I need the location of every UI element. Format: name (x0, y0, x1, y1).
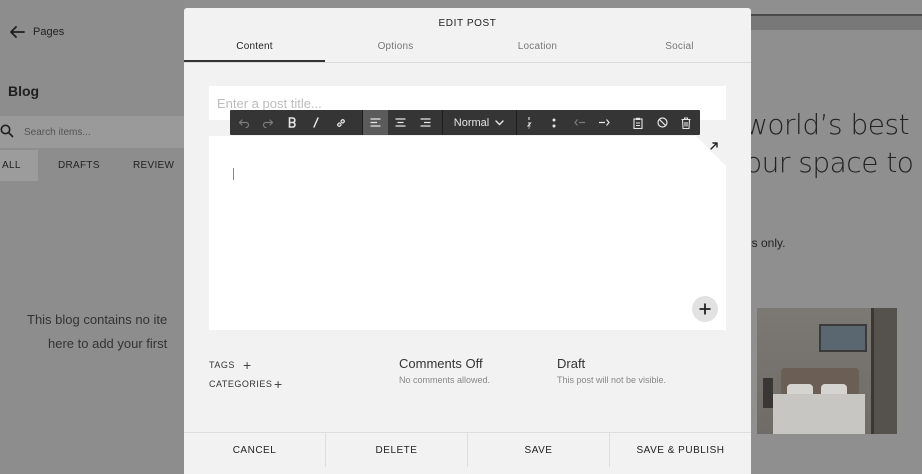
tab-location[interactable]: Location (467, 41, 608, 52)
add-category-button[interactable]: + (274, 377, 282, 391)
align-right-icon[interactable] (413, 110, 438, 135)
cancel-button[interactable]: CANCEL (184, 433, 325, 467)
add-tag-button[interactable]: + (243, 358, 251, 372)
save-button[interactable]: SAVE (468, 433, 609, 467)
empty-state-line-2: here to add your first (48, 336, 168, 351)
bold-icon[interactable] (280, 110, 304, 135)
indent-icon[interactable] (592, 110, 616, 135)
comments-status-sub: No comments allowed. (399, 375, 491, 385)
trash-icon[interactable] (674, 110, 698, 135)
tab-social[interactable]: Social (609, 41, 750, 52)
clear-formatting-icon[interactable] (650, 110, 674, 135)
categories-label: CATEGORIES (209, 379, 273, 389)
modal-footer: CANCEL DELETE SAVE SAVE & PUBLISH (184, 432, 751, 467)
formatting-toolbar: Normal (230, 110, 700, 135)
add-block-button[interactable] (692, 296, 718, 322)
post-status-title[interactable]: Draft (557, 356, 585, 371)
search-icon (0, 124, 14, 138)
preview-header-strip (751, 14, 922, 30)
search-input[interactable]: Search items... (24, 127, 91, 138)
align-center-icon[interactable] (388, 110, 413, 135)
redo-icon[interactable] (256, 110, 280, 135)
align-left-icon[interactable] (363, 110, 388, 135)
modal-title: EDIT POST (438, 18, 497, 29)
toolbar-divider (516, 110, 517, 135)
italic-icon[interactable] (304, 110, 328, 135)
paragraph-style-select[interactable]: Normal (443, 110, 515, 135)
save-and-publish-button[interactable]: SAVE & PUBLISH (610, 433, 751, 467)
tab-divider (184, 62, 751, 63)
back-to-pages-link[interactable]: Pages (33, 26, 64, 38)
preview-headline-line-2: our space to (745, 146, 914, 179)
post-status-sub: This post will not be visible. (557, 375, 667, 385)
outdent-icon[interactable] (568, 110, 592, 135)
back-arrow-icon[interactable] (8, 24, 26, 40)
comments-status-title[interactable]: Comments Off (399, 356, 483, 371)
filter-tab-review[interactable]: REVIEW (133, 160, 174, 171)
delete-button[interactable]: DELETE (326, 433, 467, 467)
bullet-list-icon[interactable] (542, 110, 566, 135)
paste-icon[interactable] (626, 110, 650, 135)
undo-icon[interactable] (232, 110, 256, 135)
empty-state-line-1: This blog contains no ite (27, 312, 168, 327)
expand-icon[interactable] (708, 140, 720, 152)
tab-options[interactable]: Options (325, 41, 466, 52)
section-title: Blog (8, 83, 40, 99)
pages-panel (0, 0, 184, 474)
filter-tab-drafts[interactable]: DRAFTS (58, 160, 100, 171)
preview-small-text: es only. (745, 236, 786, 250)
filter-tab-all[interactable]: ALL (2, 160, 21, 171)
text-cursor (233, 168, 234, 180)
chevron-down-icon (495, 119, 504, 125)
tags-label: TAGS (209, 360, 235, 370)
link-icon[interactable] (328, 110, 354, 135)
preview-headline-line-1: world’s best (745, 108, 910, 141)
plus-icon (699, 303, 711, 315)
tab-content[interactable]: Content (184, 41, 325, 52)
edit-post-modal: EDIT POST Content Options Location Socia… (184, 8, 751, 474)
paragraph-style-value: Normal (453, 116, 490, 129)
post-body-editor[interactable] (209, 136, 726, 330)
bedroom-photo (757, 308, 897, 434)
numbered-list-icon[interactable] (518, 110, 542, 135)
